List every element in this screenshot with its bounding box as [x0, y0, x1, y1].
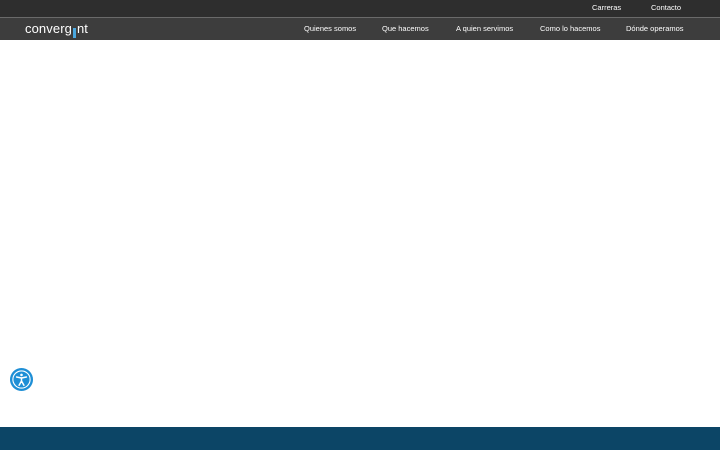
nav-link-a-quien-servimos[interactable]: A quien servimos	[456, 24, 513, 34]
utility-link-contacto[interactable]: Contacto	[651, 3, 681, 13]
utility-link-carreras[interactable]: Carreras	[592, 3, 621, 13]
accessibility-button[interactable]	[10, 368, 33, 391]
accessibility-person-icon	[10, 368, 33, 391]
site-header: Carreras Contacto converg nt Quienes som…	[0, 0, 720, 40]
footer-band	[0, 427, 720, 450]
nav-link-como-lo-hacemos[interactable]: Como lo hacemos	[540, 24, 600, 34]
nav-link-quienes-somos[interactable]: Quienes somos	[304, 24, 356, 34]
logo-text-start: converg	[25, 21, 72, 36]
site-logo[interactable]: converg nt	[25, 20, 88, 38]
nav-link-donde-operamos[interactable]: Dónde operamos	[626, 24, 684, 34]
main-nav-bar: converg nt Quienes somos Que hacemos A q…	[0, 18, 720, 40]
logo-text-end: nt	[76, 21, 88, 36]
utility-bar: Carreras Contacto	[0, 0, 720, 17]
logo-mark-icon	[72, 25, 76, 38]
nav-link-que-hacemos[interactable]: Que hacemos	[382, 24, 429, 34]
